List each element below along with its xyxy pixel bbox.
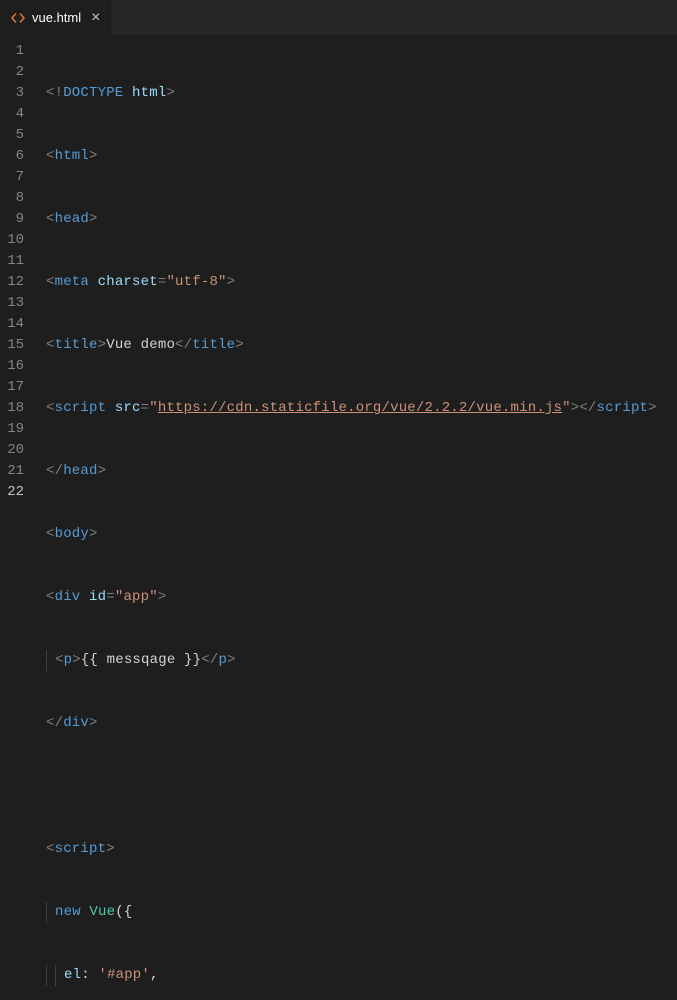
code-line: </head> — [46, 461, 677, 482]
tab-vue-html[interactable]: vue.html × — [0, 0, 111, 35]
code-line: <title>Vue demo</title> — [46, 335, 677, 356]
close-icon[interactable]: × — [91, 10, 100, 26]
tabs-bar: vue.html × — [0, 0, 677, 35]
tab-label: vue.html — [32, 10, 81, 25]
code-line: <div id="app"> — [46, 587, 677, 608]
code-line: <meta charset="utf-8"> — [46, 272, 677, 293]
code-line: el: '#app', — [46, 965, 677, 986]
code-line: <p>{{ messqage }}</p> — [46, 650, 677, 671]
code-line: </div> — [46, 713, 677, 734]
code-line — [46, 776, 677, 797]
code-line: <!DOCTYPE html> — [46, 83, 677, 104]
code-line: new Vue({ — [46, 902, 677, 923]
code-line: <head> — [46, 209, 677, 230]
code-line: <script> — [46, 839, 677, 860]
code-content[interactable]: <!DOCTYPE html> <html> <head> <meta char… — [46, 41, 677, 1000]
code-line: <body> — [46, 524, 677, 545]
code-line: <html> — [46, 146, 677, 167]
line-number-gutter: 12345678910111213141516171819202122 — [0, 41, 46, 1000]
code-icon — [10, 10, 26, 26]
editor-area[interactable]: 12345678910111213141516171819202122 <!DO… — [0, 35, 677, 1000]
code-line: <script src="https://cdn.staticfile.org/… — [46, 398, 677, 419]
